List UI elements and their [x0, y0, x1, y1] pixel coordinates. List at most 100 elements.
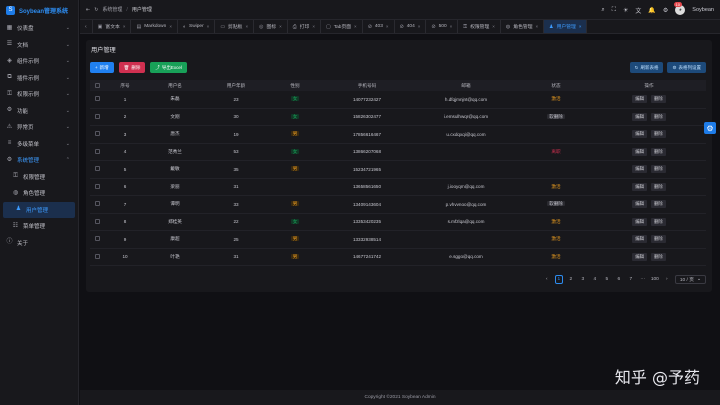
bell-icon[interactable]: 🔔: [648, 7, 655, 14]
tab[interactable]: ▤ Markdown ×: [131, 20, 178, 33]
tab[interactable]: ⎙ 打印 ×: [288, 20, 321, 33]
sidebar-item[interactable]: ⧉ 插件示例 ⌄: [0, 70, 78, 87]
page-number-button[interactable]: 1: [554, 275, 563, 284]
tab[interactable]: ◍ 角色管理 ×: [501, 20, 545, 33]
sidebar-item[interactable]: ♟ 用户管理: [3, 201, 75, 218]
gear-icon[interactable]: ⚙: [663, 7, 668, 14]
edit-button[interactable]: 编辑: [632, 95, 647, 104]
search-icon[interactable]: ⌕: [601, 7, 604, 14]
edit-button[interactable]: 编辑: [632, 147, 647, 156]
tab[interactable]: ♟ 用户管理 ×: [544, 20, 588, 33]
sidebar-item[interactable]: ☷ 菜单管理: [0, 218, 78, 235]
add-button[interactable]: + 新增: [90, 62, 114, 73]
sidebar-item[interactable]: ⚿ 权限示例 ⌄: [0, 86, 78, 103]
next-page-button[interactable]: ›: [663, 275, 671, 284]
row-checkbox[interactable]: [90, 166, 104, 172]
refresh-table-button[interactable]: ↻ 刷新表格: [629, 62, 664, 73]
delete-row-button[interactable]: 删除: [651, 200, 666, 209]
edit-button[interactable]: 编辑: [632, 252, 647, 261]
close-icon[interactable]: ×: [245, 24, 248, 29]
edit-button[interactable]: 编辑: [632, 112, 647, 121]
page-number-button[interactable]: 100: [651, 275, 659, 284]
edit-button[interactable]: 编辑: [632, 200, 647, 209]
sidebar-item[interactable]: ⚠ 异常页 ⌄: [0, 119, 78, 136]
edit-button[interactable]: 编辑: [632, 182, 647, 191]
row-checkbox[interactable]: [90, 96, 104, 102]
delete-row-button[interactable]: 删除: [651, 112, 666, 121]
tab[interactable]: ◐ Swiper ×: [178, 20, 216, 33]
tab[interactable]: ⊘ 404 ×: [395, 20, 427, 33]
close-icon[interactable]: ×: [354, 24, 357, 29]
delete-row-button[interactable]: 删除: [651, 235, 666, 244]
page-number-button[interactable]: 2: [567, 275, 575, 284]
close-icon[interactable]: ×: [386, 24, 389, 29]
close-icon[interactable]: ×: [207, 24, 210, 29]
column-settings-button[interactable]: ⚙ 表格列设置: [667, 62, 706, 73]
tab[interactable]: ⊘ 403 ×: [363, 20, 395, 33]
edit-button[interactable]: 编辑: [632, 235, 647, 244]
app-logo[interactable]: S Soybean管理系统: [0, 0, 78, 20]
sidebar-item[interactable]: ⓘ 关于: [0, 235, 78, 252]
close-icon[interactable]: ×: [579, 24, 582, 29]
fullscreen-icon[interactable]: ⛶: [612, 7, 616, 14]
prev-page-button[interactable]: ‹: [543, 275, 551, 284]
close-icon[interactable]: ×: [536, 24, 539, 29]
row-checkbox[interactable]: [90, 253, 104, 260]
page-number-button[interactable]: 5: [603, 275, 611, 284]
delete-row-button[interactable]: 删除: [651, 95, 666, 104]
tab[interactable]: ▭ 剪贴板 ×: [215, 20, 255, 33]
delete-row-button[interactable]: 删除: [651, 182, 666, 191]
delete-row-button[interactable]: 删除: [651, 252, 666, 261]
tab[interactable]: ▢ Tab页面 ×: [321, 20, 363, 33]
sidebar-item[interactable]: ⚙ 功能 ⌄: [0, 103, 78, 120]
theme-settings-gear-icon[interactable]: ⚙: [704, 122, 716, 134]
breadcrumb-users[interactable]: 用户管理: [132, 6, 152, 13]
delete-button[interactable]: 🗑 删除: [118, 62, 146, 73]
row-checkbox[interactable]: [90, 218, 104, 225]
export-excel-button[interactable]: ⤴ 导出Excel: [150, 62, 187, 73]
tab[interactable]: ⚿ 权限管理 ×: [458, 20, 501, 33]
edit-button[interactable]: 编辑: [632, 165, 647, 174]
delete-row-button[interactable]: 删除: [651, 165, 666, 174]
close-icon[interactable]: ×: [492, 24, 495, 29]
close-icon[interactable]: ×: [169, 24, 172, 29]
close-icon[interactable]: ×: [123, 24, 126, 29]
sidebar-item[interactable]: ☰ 文档 ⌄: [0, 37, 78, 54]
language-icon[interactable]: 文: [635, 6, 641, 15]
page-size-select[interactable]: 10 / 页 ⌄: [674, 275, 706, 284]
select-all-checkbox[interactable]: [90, 82, 104, 89]
row-checkbox[interactable]: [90, 183, 104, 190]
refresh-icon[interactable]: ↻: [94, 7, 98, 13]
edit-button[interactable]: 编辑: [632, 130, 647, 139]
page-number-button[interactable]: 4: [591, 275, 599, 284]
delete-row-button[interactable]: 删除: [651, 147, 666, 156]
username[interactable]: Soybean: [692, 7, 714, 13]
page-number-button[interactable]: ···: [639, 275, 647, 284]
sidebar-item[interactable]: ◈ 组件示例 ⌄: [0, 53, 78, 70]
row-checkbox[interactable]: [90, 113, 104, 120]
sidebar-item[interactable]: ▦ 仪表盘 ⌄: [0, 20, 78, 37]
close-icon[interactable]: ×: [418, 24, 421, 29]
tab[interactable]: ⊘ 500 ×: [426, 20, 459, 33]
row-checkbox[interactable]: [90, 131, 104, 137]
tab[interactable]: ▣ 富文本 ×: [93, 20, 132, 33]
close-icon[interactable]: ×: [450, 24, 453, 29]
page-number-button[interactable]: 6: [615, 275, 623, 284]
tab[interactable]: ‹: [80, 20, 93, 33]
close-icon[interactable]: ×: [312, 24, 315, 29]
edit-button[interactable]: 编辑: [632, 217, 647, 226]
delete-row-button[interactable]: 删除: [651, 130, 666, 139]
delete-row-button[interactable]: 删除: [651, 217, 666, 226]
sidebar-item[interactable]: ⚙ 系统管理 ⌃: [0, 152, 78, 169]
page-number-button[interactable]: 7: [627, 275, 635, 284]
sidebar-fold-icon[interactable]: ⇤: [86, 7, 90, 13]
breadcrumb-system[interactable]: 系统管理: [102, 6, 122, 13]
close-icon[interactable]: ×: [279, 24, 282, 29]
tab[interactable]: ◎ 图标 ×: [254, 20, 288, 33]
sidebar-item[interactable]: ◍ 角色管理: [0, 185, 78, 202]
theme-icon[interactable]: ☀: [623, 7, 628, 14]
sidebar-item[interactable]: ⚿ 权限管理: [0, 169, 78, 186]
row-checkbox[interactable]: [90, 236, 104, 242]
page-number-button[interactable]: 3: [579, 275, 587, 284]
row-checkbox[interactable]: [90, 148, 104, 155]
